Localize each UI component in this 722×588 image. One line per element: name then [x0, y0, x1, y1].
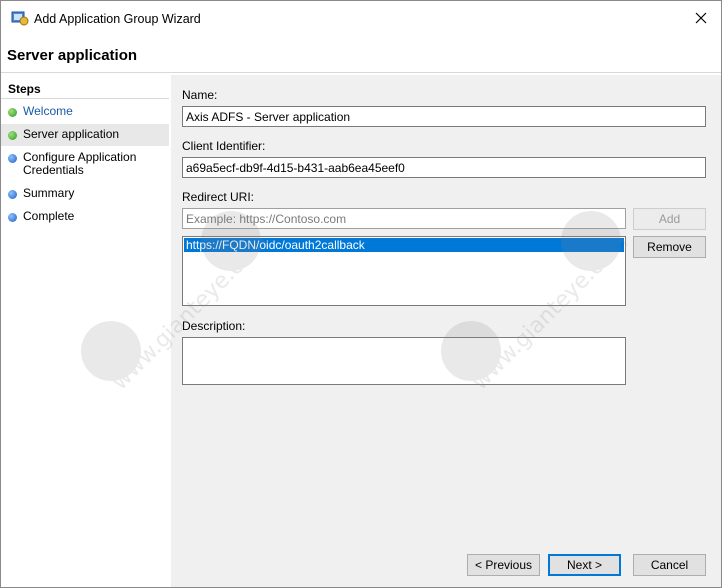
form-panel: Name: Axis ADFS - Server application Cli…	[171, 75, 721, 587]
steps-panel: Steps Welcome Server application Configu…	[1, 75, 169, 587]
remove-button[interactable]: Remove	[633, 236, 706, 258]
wizard-window: Add Application Group Wizard Server appl…	[0, 0, 722, 588]
title-bar: Add Application Group Wizard	[1, 1, 721, 35]
step-welcome[interactable]: Welcome	[1, 101, 169, 123]
app-group-icon	[11, 10, 29, 26]
redirect-uri-label: Redirect URI:	[182, 190, 255, 204]
page-title: Server application	[7, 47, 138, 64]
steps-heading: Steps	[8, 82, 41, 96]
step-pending-icon	[8, 213, 17, 222]
step-summary[interactable]: Summary	[1, 183, 169, 205]
step-label: Complete	[23, 209, 75, 223]
name-input[interactable]: Axis ADFS - Server application	[182, 106, 706, 127]
description-label: Description:	[182, 319, 246, 333]
step-label: Server application	[23, 127, 120, 141]
step-complete-icon	[8, 108, 17, 117]
description-textarea[interactable]	[182, 337, 626, 385]
step-server-application[interactable]: Server application	[1, 124, 169, 146]
step-configure-credentials[interactable]: Configure Application Credentials	[1, 147, 169, 177]
client-identifier-label: Client Identifier:	[182, 139, 266, 153]
step-label: Welcome	[23, 104, 73, 118]
name-label: Name:	[182, 88, 218, 102]
add-button[interactable]: Add	[633, 208, 706, 230]
previous-button[interactable]: < Previous	[467, 554, 540, 576]
step-pending-icon	[8, 154, 17, 163]
step-complete[interactable]: Complete	[1, 206, 169, 228]
redirect-uri-input[interactable]: Example: https://Contoso.com	[182, 208, 626, 229]
close-icon[interactable]	[687, 5, 715, 31]
step-pending-icon	[8, 190, 17, 199]
next-button[interactable]: Next >	[548, 554, 621, 576]
page-header: Server application	[1, 35, 721, 73]
redirect-uri-list[interactable]: https://FQDN/oidc/oauth2callback	[182, 236, 626, 306]
client-identifier-input[interactable]: a69a5ecf-db9f-4d15-b431-aab6ea45eef0	[182, 157, 706, 178]
steps-divider	[1, 98, 169, 99]
redirect-uri-list-item[interactable]: https://FQDN/oidc/oauth2callback	[184, 238, 624, 252]
cancel-button[interactable]: Cancel	[633, 554, 706, 576]
step-current-icon	[8, 131, 17, 140]
step-label: Summary	[23, 186, 75, 200]
window-title: Add Application Group Wizard	[34, 12, 201, 26]
step-label: Configure Application Credentials	[23, 150, 137, 177]
